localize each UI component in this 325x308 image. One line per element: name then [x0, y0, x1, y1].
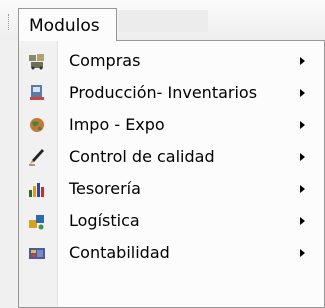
- toolbar-grip[interactable]: [8, 14, 11, 30]
- menu-item-tesoreria[interactable]: Tesorería: [19, 173, 324, 205]
- tesoreria-chart-icon: [27, 180, 47, 198]
- submenu-arrow-icon: [300, 217, 305, 225]
- menu-item-impo-expo[interactable]: Impo - Expo: [19, 109, 324, 141]
- menu-item-label: Producción- Inventarios: [69, 83, 258, 102]
- compras-icon: [27, 52, 47, 70]
- submenu-arrow-icon: [300, 153, 305, 161]
- submenu-arrow-icon: [300, 57, 305, 65]
- contabilidad-icon: [27, 244, 47, 262]
- submenu-arrow-icon: [300, 89, 305, 97]
- control-calidad-pen-icon: [27, 148, 47, 166]
- menu-item-label: Tesorería: [69, 179, 141, 198]
- menu-item-label: Impo - Expo: [69, 115, 165, 134]
- menu-item-label: Compras: [69, 51, 141, 70]
- menu-modulos[interactable]: Modulos: [18, 8, 117, 41]
- menu-item-contabilidad[interactable]: Contabilidad: [19, 237, 324, 269]
- logistica-icon: [27, 212, 47, 230]
- modulos-dropdown: Compras Producción- Inventarios Impo - E…: [18, 40, 325, 308]
- menu-item-label: Logística: [69, 211, 140, 230]
- impo-expo-globe-icon: [27, 116, 47, 134]
- menu-item-label: Control de calidad: [69, 147, 215, 166]
- menu-item-produccion-inventarios[interactable]: Producción- Inventarios: [19, 77, 324, 109]
- submenu-arrow-icon: [300, 249, 305, 257]
- menu-item-logistica[interactable]: Logística: [19, 205, 324, 237]
- produccion-inventarios-icon: [27, 84, 47, 102]
- menu-item-compras[interactable]: Compras: [19, 45, 324, 77]
- submenu-arrow-icon: [300, 121, 305, 129]
- blurred-menu-item: [118, 10, 208, 32]
- menu-item-control-calidad[interactable]: Control de calidad: [19, 141, 324, 173]
- submenu-arrow-icon: [300, 185, 305, 193]
- menu-item-label: Contabilidad: [69, 243, 170, 262]
